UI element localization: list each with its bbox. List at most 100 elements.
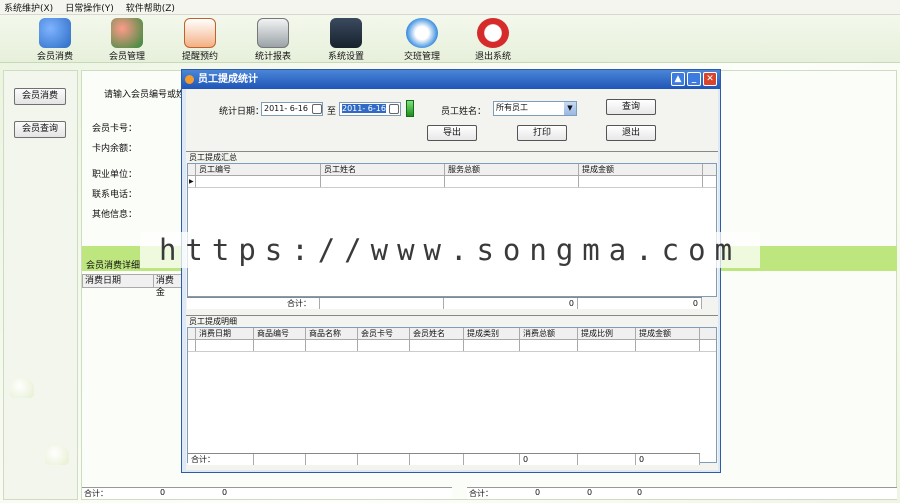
- col-commission-type: 提成类别: [464, 328, 520, 339]
- other-label: 其他信息：: [92, 210, 138, 220]
- recycle-icon: [406, 18, 438, 48]
- col-consume: 消费金: [155, 276, 174, 298]
- cell: [196, 340, 254, 351]
- toolbar-label: 系统设置: [327, 52, 364, 62]
- exit-icon: [477, 18, 509, 48]
- total-cell: [410, 454, 464, 465]
- cell: [254, 340, 306, 351]
- dialog-body: 统计日期： 2011- 6-16 至 2011- 6-16 员工姓名： 所有员工…: [186, 89, 718, 470]
- member-query-button[interactable]: 会员查询: [14, 121, 66, 138]
- dialog-title: 员工提成统计: [198, 74, 258, 85]
- col-product-name: 商品名称: [306, 328, 358, 339]
- toolbar-settings[interactable]: 系统设置: [316, 18, 376, 62]
- col-service-total: 服务总额: [445, 164, 579, 175]
- cell: [579, 176, 703, 187]
- toolbar-label: 会员消费: [36, 52, 73, 62]
- detail-total-row: 合计： 0 0: [188, 453, 700, 465]
- calendar-icon: [184, 18, 216, 48]
- menu-help[interactable]: 软件帮助(Z): [126, 1, 175, 14]
- query-button[interactable]: 查询: [606, 99, 656, 115]
- summary-section-title: 员工提成汇总: [186, 151, 718, 162]
- toolbar-member-manage[interactable]: 会员管理: [97, 18, 157, 62]
- total-value: 0: [222, 488, 228, 497]
- cell: [321, 176, 445, 187]
- toolbar-shift[interactable]: 交班管理: [392, 18, 452, 62]
- total-value: 0: [587, 488, 593, 497]
- total-value: 0: [535, 488, 541, 497]
- toolbar-label: 提醒预约: [181, 52, 218, 62]
- summary-service-total: 0: [444, 298, 578, 309]
- detail-total-label: 合计：: [188, 454, 254, 465]
- minimize-icon[interactable]: _: [687, 72, 701, 86]
- export-button[interactable]: 导出: [427, 125, 477, 141]
- cell: [520, 340, 578, 351]
- total-label: 合计：: [84, 489, 108, 498]
- col-employee-name: 员工姓名: [321, 164, 445, 175]
- toolbar-label: 统计报表: [254, 52, 291, 62]
- menu-bar: 系统维护(X) 日常操作(Y) 软件帮助(Z): [0, 0, 900, 15]
- member-manage-icon: [111, 18, 143, 48]
- cell: [636, 340, 700, 351]
- employee-selected-value: 所有员工: [496, 103, 528, 112]
- detail-commission-total: 0: [636, 454, 700, 465]
- menu-daily[interactable]: 日常操作(Y): [65, 1, 114, 14]
- settings-icon: [330, 18, 362, 48]
- date-to-value: 2011- 6-16: [342, 104, 386, 113]
- col-commission-amount: 提成金额: [636, 328, 700, 339]
- employee-label: 员工姓名：: [441, 107, 487, 117]
- exit-button[interactable]: 退出: [606, 125, 656, 141]
- detail-consume-total: 0: [520, 454, 578, 465]
- print-button[interactable]: 打印: [517, 125, 567, 141]
- detail-grid-header: 消费日期 商品编号 商品名称 会员卡号 会员姓名 提成类别 消费总额 提成比例 …: [188, 328, 716, 340]
- close-icon[interactable]: ✕: [703, 72, 717, 86]
- row-indicator-header: [188, 328, 196, 339]
- date-to-checkbox[interactable]: [389, 104, 399, 114]
- left-total-row: 合计： 0 0: [82, 487, 452, 499]
- toolbar-report[interactable]: 统计报表: [243, 18, 303, 62]
- member-consume-icon: [39, 18, 71, 48]
- help-icon[interactable]: ▲: [671, 72, 685, 86]
- cell: [578, 340, 636, 351]
- col-commission: 提成金额: [579, 164, 703, 175]
- balance-label: 卡内余额：: [92, 144, 138, 154]
- col-commission-rate: 提成比例: [578, 328, 636, 339]
- table-row[interactable]: [188, 340, 716, 352]
- menu-system[interactable]: 系统维护(X): [4, 1, 53, 14]
- toolbar-reminder[interactable]: 提醒预约: [170, 18, 230, 62]
- date-to-label: 至: [327, 107, 337, 117]
- employee-commission-dialog: 员工提成统计 ▲ _ ✕ 统计日期： 2011- 6-16 至 2011- 6-…: [181, 69, 721, 473]
- chevron-down-icon[interactable]: ▼: [564, 102, 576, 115]
- col-consume-date: 消费日期: [196, 328, 254, 339]
- card-no-label: 会员卡号：: [92, 124, 138, 134]
- cell: [306, 340, 358, 351]
- app-icon: [185, 75, 194, 84]
- left-panel: 会员消费 会员查询: [3, 70, 78, 500]
- toolbar-label: 交班管理: [403, 52, 440, 62]
- flower-decoration: [45, 445, 69, 465]
- summary-grid-header: 员工编号 员工姓名 服务总额 提成金额: [188, 164, 716, 176]
- summary-total-label: 合计：: [187, 298, 320, 309]
- col-product-id: 商品编号: [254, 328, 306, 339]
- detail-grid[interactable]: 消费日期 商品编号 商品名称 会员卡号 会员姓名 提成类别 消费总额 提成比例 …: [187, 327, 717, 463]
- flower-decoration: [10, 378, 34, 398]
- cell: [445, 176, 579, 187]
- employee-select[interactable]: 所有员工 ▼: [493, 101, 577, 116]
- date-from-value: 2011- 6-16: [264, 104, 308, 113]
- summary-commission-total: 0: [578, 298, 702, 309]
- toolbar-member-consume[interactable]: 会员消费: [25, 18, 85, 62]
- date-from-checkbox[interactable]: [312, 104, 322, 114]
- cell: [410, 340, 464, 351]
- total-label: 合计：: [469, 489, 493, 498]
- table-row[interactable]: ▶: [188, 176, 716, 188]
- dialog-titlebar: 员工提成统计 ▲ _ ✕: [182, 70, 720, 89]
- detail-title: 会员消费详细: [86, 261, 141, 271]
- cell: [464, 340, 520, 351]
- green-indicator-icon: [406, 100, 414, 117]
- member-consume-button[interactable]: 会员消费: [14, 88, 66, 105]
- summary-total-row: 合计： 0 0: [187, 297, 702, 309]
- toolbar: 会员消费 会员管理 提醒预约 统计报表 系统设置 交班管理 退出系统: [0, 15, 900, 63]
- toolbar-exit[interactable]: 退出系统: [463, 18, 523, 62]
- cell: [196, 176, 321, 187]
- summary-grid[interactable]: 员工编号 员工姓名 服务总额 提成金额 ▶: [187, 163, 717, 297]
- row-indicator-header: [188, 164, 196, 175]
